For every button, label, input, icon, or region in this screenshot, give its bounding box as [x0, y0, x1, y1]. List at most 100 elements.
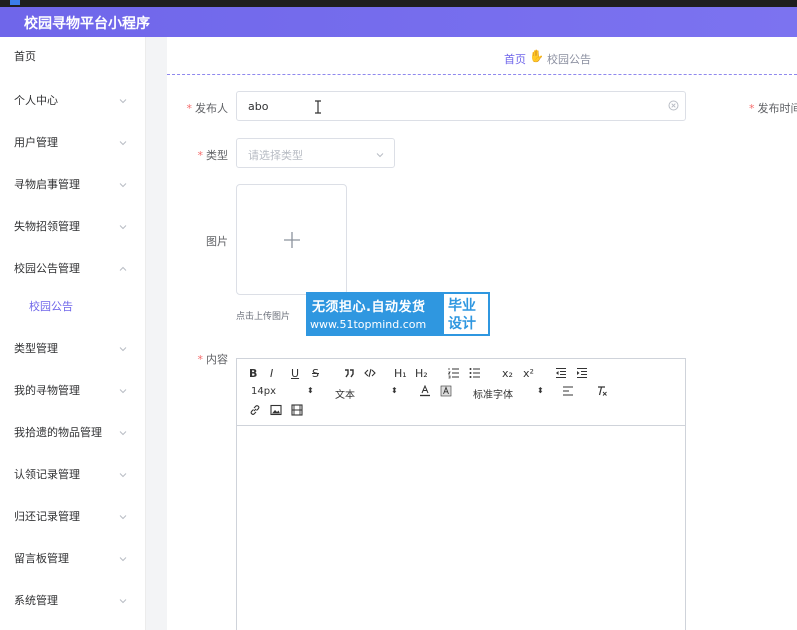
window-titlebar [0, 0, 797, 7]
chevron-down-icon [119, 99, 127, 104]
background-color-icon[interactable] [440, 385, 452, 397]
publish-time-label: * 发布时间 [749, 100, 797, 116]
italic-button[interactable]: I [270, 367, 273, 380]
watermark-side: 毕业 设计 [442, 292, 490, 336]
chevron-down-icon [119, 389, 127, 394]
header-select[interactable]: 文本 ⬍ [335, 386, 399, 401]
breadcrumb-current: 校园公告 [547, 53, 591, 66]
sidebar-item-label: 校园公告管理 [14, 262, 80, 275]
required-star: * [186, 102, 193, 115]
sidebar-item-lost-notice[interactable]: 寻物启事管理 [0, 165, 146, 205]
font-size-value: 14px [251, 386, 276, 397]
sidebar-item-personal-center[interactable]: 个人中心 [0, 81, 146, 121]
required-star: * [197, 149, 204, 162]
chevron-down-icon [119, 515, 127, 520]
publish-time-label-text: 发布时间 [757, 102, 797, 115]
select-arrow-icon: ⬍ [307, 386, 314, 395]
publisher-label-text: 发布人 [195, 102, 228, 115]
image-uploader[interactable] [236, 184, 347, 295]
sidebar-item-label: 留言板管理 [14, 552, 69, 565]
type-label-text: 类型 [206, 149, 228, 162]
image-icon[interactable] [270, 404, 282, 416]
app-header: 校园寻物平台小程序 [0, 7, 797, 37]
publisher-input[interactable]: abo [236, 91, 686, 121]
upload-tip: 点击上传图片 [236, 312, 291, 322]
sidebar-item-label: 系统管理 [14, 594, 58, 607]
sidebar-item-found-items[interactable]: 失物招领管理 [0, 207, 146, 247]
required-star: * [197, 353, 204, 366]
h2-button[interactable]: H₂ [415, 367, 428, 380]
type-select-placeholder: 请选择类型 [248, 149, 303, 162]
plus-icon [284, 232, 300, 248]
sidebar-item-label: 类型管理 [14, 342, 58, 355]
sidebar-item-my-found[interactable]: 我拾遗的物品管理 [0, 413, 146, 453]
indent-icon[interactable] [576, 367, 588, 379]
publisher-label: * 发布人 [167, 100, 229, 116]
sidebar-item-label: 认领记录管理 [14, 468, 80, 481]
chevron-down-icon [119, 473, 127, 478]
sidebar-item-label: 我的寻物管理 [14, 384, 80, 397]
align-icon[interactable] [562, 385, 574, 397]
rich-text-editor: B I U S H₁ H₂ x₂ x² 14px ⬍ 文本 ⬍ 标准字体 ⬍ [236, 358, 686, 630]
image-label: 图片 [167, 233, 228, 249]
editor-toolbar: B I U S H₁ H₂ x₂ x² 14px ⬍ 文本 ⬍ 标准字体 ⬍ [237, 359, 685, 426]
chevron-down-icon [119, 225, 127, 230]
font-family-select[interactable]: 标准字体 ⬍ [473, 386, 545, 401]
ordered-list-icon[interactable] [448, 367, 460, 379]
sidebar-item-my-search[interactable]: 我的寻物管理 [0, 371, 146, 411]
sidebar-item-type-management[interactable]: 类型管理 [0, 329, 146, 369]
main-area: 首页 ✋ 校园公告 * 发布人 abo * 发布时间 * 类型 请选择类型 图片… [146, 37, 797, 630]
h1-button[interactable]: H₁ [394, 367, 407, 380]
sidebar-item-campus-notice[interactable]: 校园公告管理 [0, 249, 146, 289]
clear-format-icon[interactable] [596, 385, 608, 397]
sidebar-item-label: 用户管理 [14, 136, 58, 149]
font-size-select[interactable]: 14px ⬍ [251, 386, 315, 397]
sidebar-item-label: 首页 [14, 50, 36, 63]
watermark-left: 无须担心.自动发货 www.51topmind.com [306, 292, 442, 336]
breadcrumb-home[interactable]: 首页 [504, 51, 526, 67]
content-label: * 内容 [167, 351, 229, 367]
image-label-text: 图片 [206, 235, 228, 248]
sidebar-item-user-management[interactable]: 用户管理 [0, 123, 146, 163]
sidebar-item-label: 失物招领管理 [14, 220, 80, 233]
app-title: 校园寻物平台小程序 [24, 16, 150, 32]
underline-button[interactable]: U [291, 367, 299, 380]
sidebar-item-home[interactable]: 首页 [0, 37, 146, 77]
hand-icon: ✋ [529, 49, 544, 63]
select-arrow-icon: ⬍ [391, 386, 398, 395]
required-star: * [749, 102, 755, 115]
sidebar-item-message-board[interactable]: 留言板管理 [0, 539, 146, 579]
header-select-value: 文本 [335, 390, 355, 401]
type-select[interactable]: 请选择类型 [236, 138, 395, 168]
clear-icon[interactable] [668, 100, 679, 111]
link-icon[interactable] [249, 404, 261, 416]
chevron-up-icon [119, 266, 127, 271]
sidebar-item-system[interactable]: 系统管理 [0, 581, 146, 621]
outdent-icon[interactable] [555, 367, 567, 379]
sidebar-item-label: 寻物启事管理 [14, 178, 80, 191]
superscript-button[interactable]: x² [523, 367, 534, 380]
sidebar-item-label: 我拾遗的物品管理 [14, 426, 102, 439]
chevron-down-icon [119, 141, 127, 146]
app-icon [10, 0, 20, 5]
chevron-down-icon [119, 347, 127, 352]
chevron-down-icon [119, 599, 127, 604]
chevron-down-icon [119, 183, 127, 188]
sidebar-item-label: 归还记录管理 [14, 510, 80, 523]
video-icon[interactable] [291, 404, 303, 416]
chevron-down-icon [119, 431, 127, 436]
font-color-icon[interactable] [419, 385, 431, 397]
code-icon[interactable] [364, 367, 376, 379]
bullet-list-icon[interactable] [469, 367, 481, 379]
quote-icon[interactable] [343, 367, 355, 379]
select-arrow-icon: ⬍ [537, 386, 544, 395]
bold-button[interactable]: B [249, 367, 257, 380]
subscript-button[interactable]: x₂ [502, 367, 513, 380]
sidebar-subitem-label: 校园公告 [29, 300, 73, 313]
sidebar-subitem-campus-notice[interactable]: 校园公告 [0, 290, 146, 324]
sidebar-item-return-records[interactable]: 归还记录管理 [0, 497, 146, 537]
sidebar: 首页 个人中心 用户管理 寻物启事管理 失物招领管理 校园公告管理 校园公告 类… [0, 37, 146, 630]
content-label-text: 内容 [206, 353, 228, 366]
sidebar-item-claim-records[interactable]: 认领记录管理 [0, 455, 146, 495]
strike-button[interactable]: S [312, 367, 319, 380]
